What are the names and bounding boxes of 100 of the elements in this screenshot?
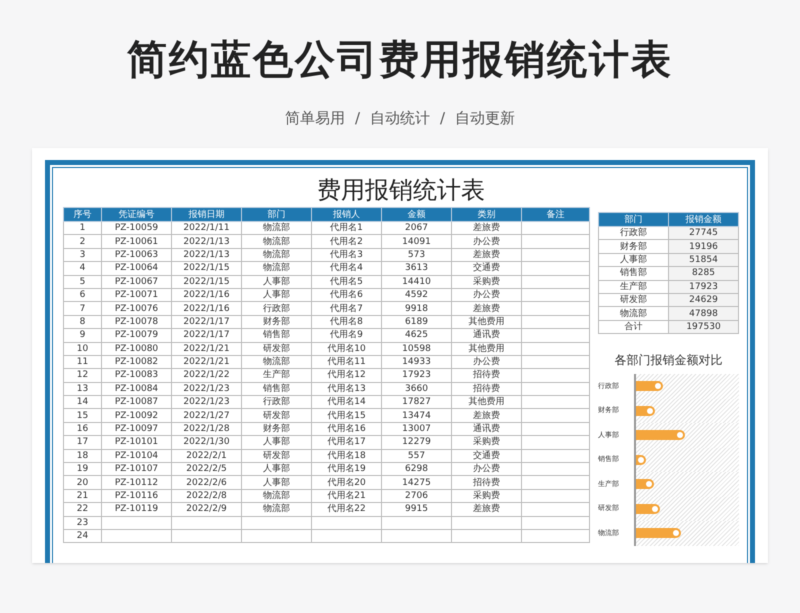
table-cell: 差旅费 xyxy=(473,504,500,514)
table-cell: 物流部 xyxy=(263,491,290,501)
table-cell: 代用名7 xyxy=(330,304,363,314)
table-cell: 其他费用 xyxy=(468,316,504,327)
table-cell: 财务部 xyxy=(263,316,290,327)
table-cell: 21 xyxy=(76,491,88,501)
table-cell: 197530 xyxy=(686,322,721,332)
table-cell: 代用名6 xyxy=(330,290,363,300)
table-cell: 销售部 xyxy=(620,268,647,278)
table-cell: 其他费用 xyxy=(468,397,504,408)
table-cell: PZ-10097 xyxy=(114,424,158,434)
column-header: 报销人 xyxy=(312,208,382,222)
table-cell: 代用名18 xyxy=(327,450,366,461)
table-cell: 6298 xyxy=(405,464,428,474)
table-cell: 研发部 xyxy=(263,410,290,421)
table-cell: 2022/1/13 xyxy=(183,236,230,247)
bar xyxy=(636,430,686,440)
table-cell: 2022/1/22 xyxy=(183,370,230,380)
table-cell: 人事部 xyxy=(263,478,290,488)
table-cell: 2706 xyxy=(405,491,428,501)
table-cell: 17923 xyxy=(689,282,718,292)
table-cell: PZ-10092 xyxy=(114,410,158,421)
table-cell: 2022/1/30 xyxy=(183,437,230,448)
table-cell: 14091 xyxy=(402,236,431,247)
table-cell: 招待费 xyxy=(473,384,500,394)
column-header: 金额 xyxy=(382,208,452,222)
table-cell: 差旅费 xyxy=(473,250,500,260)
table-cell: 11 xyxy=(76,357,88,368)
table-cell: PZ-10116 xyxy=(114,491,158,501)
table-cell: 代用名11 xyxy=(327,357,366,368)
table-cell: PZ-10101 xyxy=(114,437,158,448)
table-cell: 7 xyxy=(80,304,86,314)
table-cell: 8 xyxy=(80,316,86,327)
table-cell: PZ-10087 xyxy=(114,397,158,408)
table-cell: PZ-10061 xyxy=(114,236,158,247)
table-cell: 代用名2 xyxy=(330,236,363,247)
table-cell: 代用名1 xyxy=(330,223,363,234)
column-header: 报销日期 xyxy=(172,208,242,222)
table-cell: 22 xyxy=(76,504,88,514)
table-cell: 财务部 xyxy=(263,424,290,434)
bar xyxy=(636,454,646,465)
table-cell: 9918 xyxy=(405,304,428,314)
table-cell: 3613 xyxy=(405,263,428,274)
table-cell: 代用名12 xyxy=(327,370,366,380)
table-cell: PZ-10112 xyxy=(114,478,158,488)
table-cell: 10 xyxy=(76,344,88,354)
table-cell: 物流部 xyxy=(263,223,290,234)
table-cell: 15 xyxy=(76,410,88,421)
table-cell: PZ-10059 xyxy=(114,223,158,234)
table-cell: 19 xyxy=(76,464,88,474)
table-cell: PZ-10064 xyxy=(114,263,158,274)
table-cell: 采购费 xyxy=(473,437,500,448)
table-cell: 代用名5 xyxy=(330,276,363,287)
table-cell: 17923 xyxy=(402,370,431,380)
table-cell: 研发部 xyxy=(263,450,290,461)
table-cell: 代用名4 xyxy=(330,263,363,274)
table-cell: 招待费 xyxy=(473,478,500,488)
table-cell: 合计 xyxy=(624,322,642,332)
table-cell: 代用名22 xyxy=(327,504,366,514)
table-cell: 6 xyxy=(80,290,86,300)
table-cell: PZ-10076 xyxy=(114,304,158,314)
table-cell: 14933 xyxy=(402,357,431,368)
table-cell: 17 xyxy=(76,437,88,448)
table-cell: PZ-10107 xyxy=(114,464,158,474)
table-cell: 2 xyxy=(80,236,86,247)
table-cell: 代用名16 xyxy=(327,424,366,434)
table-cell: 3660 xyxy=(405,384,428,394)
feature-label: 自动统计 xyxy=(370,108,430,128)
column-header: 报销金额 xyxy=(668,212,738,226)
column-header: 部门 xyxy=(242,208,312,222)
table-cell: PZ-10104 xyxy=(114,450,158,461)
table-cell: 销售部 xyxy=(263,384,290,394)
table-cell: 2022/1/17 xyxy=(183,316,230,327)
page-title: 简约蓝色公司费用报销统计表 xyxy=(127,36,673,85)
table-cell: 2022/1/15 xyxy=(183,276,230,287)
table-cell: 研发部 xyxy=(263,344,290,354)
table-cell: 14 xyxy=(76,397,88,408)
table-cell: 19196 xyxy=(689,242,718,252)
table-cell: 代用名21 xyxy=(327,491,366,501)
table-cell: 研发部 xyxy=(620,295,647,306)
table-cell: 采购费 xyxy=(473,491,500,501)
feature-label: 自动更新 xyxy=(455,108,516,128)
table-cell: 行政部 xyxy=(620,228,647,238)
table-cell: 代用名15 xyxy=(327,410,366,421)
table-cell: 物流部 xyxy=(263,250,290,260)
table-cell: 24 xyxy=(76,531,88,542)
separator: / xyxy=(440,108,446,128)
bar xyxy=(636,504,660,514)
table-cell: 27745 xyxy=(689,228,718,238)
table-cell: 2022/2/5 xyxy=(186,464,227,474)
table-cell: 销售部 xyxy=(263,330,290,340)
table-cell: 招待费 xyxy=(473,370,500,380)
table-cell: 代用名10 xyxy=(327,344,366,354)
table-cell: 10598 xyxy=(402,344,431,354)
table-cell: 代用名20 xyxy=(327,478,366,488)
table-cell: 13474 xyxy=(402,410,431,421)
table-cell: 2022/1/17 xyxy=(183,330,230,340)
table-cell: 8285 xyxy=(692,268,715,278)
table-cell: 6189 xyxy=(405,316,428,327)
table-cell: 代用名3 xyxy=(330,250,363,260)
